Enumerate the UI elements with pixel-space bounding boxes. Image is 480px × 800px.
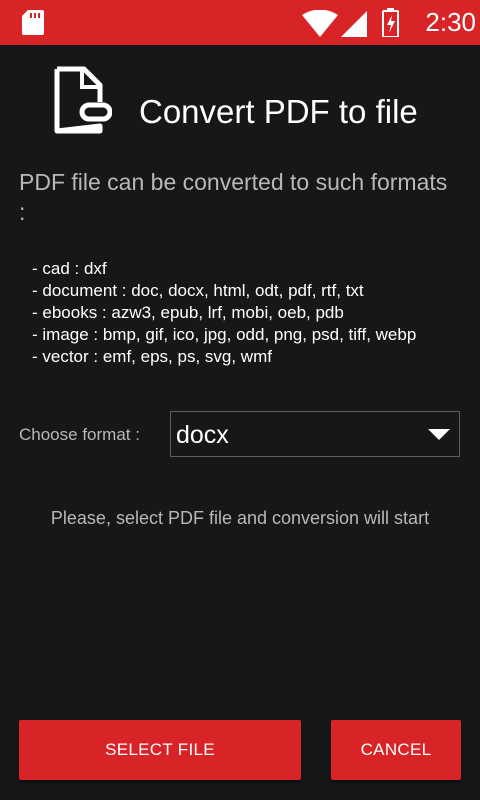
format-item-cad: - cad : dxf: [32, 259, 107, 278]
cell-signal-icon: [341, 11, 367, 37]
format-item-document: - document : doc, docx, html, odt, pdf, …: [32, 281, 364, 300]
status-bar: 2:30: [0, 0, 480, 45]
battery-charging-icon: [382, 8, 399, 37]
format-item-ebooks: - ebooks : azw3, epub, lrf, mobi, oeb, p…: [32, 303, 344, 322]
formats-list: - cad : dxf - document : doc, docx, html…: [32, 258, 452, 368]
format-dropdown[interactable]: docx: [170, 411, 460, 457]
select-file-button[interactable]: SELECT FILE: [19, 720, 301, 780]
page-title: Convert PDF to file: [139, 93, 418, 130]
document-icon: [54, 66, 112, 134]
sd-card-icon: [22, 10, 44, 35]
format-item-vector: - vector : emf, eps, ps, svg, wmf: [32, 347, 272, 366]
format-item-image: - image : bmp, gif, ico, jpg, odd, png, …: [32, 325, 417, 344]
cancel-button[interactable]: CANCEL: [331, 720, 461, 780]
intro-text: PDF file can be converted to such format…: [19, 169, 448, 225]
choose-format-label: Choose format :: [19, 425, 140, 444]
dropdown-arrow-icon: [428, 429, 450, 440]
hint-text: Please, select PDF file and conversion w…: [50, 508, 430, 528]
wifi-icon: [302, 10, 338, 37]
format-selected-value: docx: [176, 421, 229, 449]
app-screen: 2:30 Convert PDF to file PDF file can be…: [0, 0, 480, 800]
status-clock: 2:30: [425, 7, 476, 37]
